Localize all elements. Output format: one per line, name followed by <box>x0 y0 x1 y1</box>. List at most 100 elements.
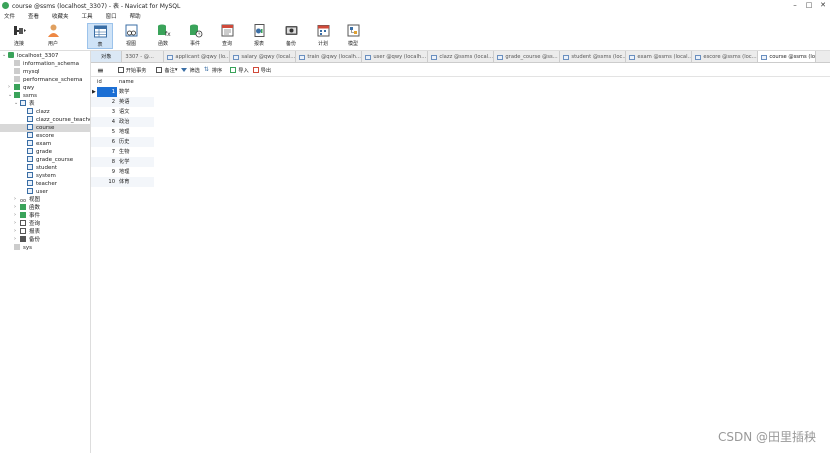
schedule-button[interactable]: 计划 <box>310 23 336 49</box>
view-button[interactable]: 视图 <box>118 23 144 49</box>
tree-table-grade-course[interactable]: grade_course <box>27 156 73 164</box>
backup-button[interactable]: 备份 <box>278 23 304 49</box>
maximize-button[interactable]: □ <box>802 0 816 11</box>
collapse-arrow-icon[interactable]: › <box>8 84 10 90</box>
expand-arrow-icon[interactable]: ⌄ <box>14 100 18 106</box>
memo-button[interactable]: 备注 ▾ <box>156 67 177 74</box>
menu-window[interactable]: 窗口 <box>106 12 117 20</box>
cell-id[interactable]: 9 <box>97 167 117 177</box>
tree-db-performance-schema[interactable]: performance_schema <box>14 76 82 84</box>
user-button[interactable]: 用户 <box>40 23 66 49</box>
tree-db-sys[interactable]: sys <box>14 244 32 252</box>
cell-name[interactable]: 地理 <box>119 167 129 177</box>
tree-db-qwy[interactable]: qwy <box>14 84 34 92</box>
tree-reports-node[interactable]: 报表 <box>20 228 40 236</box>
cell-id[interactable]: 4 <box>97 117 117 127</box>
cell-name[interactable]: 化学 <box>119 157 129 167</box>
cell-name[interactable]: 英语 <box>119 97 129 107</box>
menu-help[interactable]: 帮助 <box>130 12 141 20</box>
cell-name[interactable]: 语文 <box>119 107 129 117</box>
menu-file[interactable]: 文件 <box>4 12 15 20</box>
tree-table-teacher[interactable]: teacher <box>27 180 57 188</box>
tab-item[interactable]: grade_course @ss... <box>494 51 561 62</box>
import-button[interactable]: 导入 <box>230 67 249 74</box>
cell-name[interactable]: 地理 <box>119 127 129 137</box>
cell-id[interactable]: 2 <box>97 97 117 107</box>
tab-item[interactable]: user @qwy (localh... <box>362 51 429 62</box>
tree-table-grade[interactable]: grade <box>27 148 52 156</box>
tab-item[interactable]: escore @ssms (loc... <box>692 51 759 62</box>
tree-backups-node[interactable]: 备份 <box>20 236 40 244</box>
tab-item-active[interactable]: course @ssms (lo... <box>758 51 817 62</box>
tree-table-course[interactable]: course <box>0 124 90 132</box>
cell-name[interactable]: 政治 <box>119 117 129 127</box>
menu-favorites[interactable]: 收藏夹 <box>52 12 69 20</box>
tree-queries-node[interactable]: 查询 <box>20 220 40 228</box>
function-button[interactable]: fx 函数 <box>150 23 176 49</box>
table-row[interactable]: 9 地理 <box>91 167 154 177</box>
tree-views-node[interactable]: oo 视图 <box>20 196 40 204</box>
cell-name[interactable]: 历史 <box>119 137 129 147</box>
collapse-arrow-icon[interactable]: › <box>14 236 16 242</box>
tree-table-exam[interactable]: exam <box>27 140 51 148</box>
tab-item[interactable]: salary @qwy (local... <box>230 51 297 62</box>
cell-id[interactable]: 10 <box>97 177 117 187</box>
tree-tables-node[interactable]: 表 <box>20 100 35 108</box>
table-row[interactable]: 10 体育 <box>91 177 154 187</box>
table-row[interactable]: 4 政治 <box>91 117 154 127</box>
begin-transaction-button[interactable]: 开始事务 <box>117 67 146 74</box>
collapse-arrow-icon[interactable]: › <box>14 212 16 218</box>
report-button[interactable]: 报表 <box>246 23 272 49</box>
table-button[interactable]: 表 <box>87 23 113 49</box>
menu-view[interactable]: 查看 <box>28 12 39 20</box>
model-button[interactable]: 模型 <box>340 23 366 49</box>
table-row[interactable]: 8 化学 <box>91 157 154 167</box>
table-row[interactable]: ▶ 1 数学 <box>91 87 154 97</box>
tree-functions-node[interactable]: 函数 <box>20 204 40 212</box>
menu-icon[interactable]: ≡ <box>97 66 104 75</box>
filter-button[interactable]: 筛选 <box>181 67 200 74</box>
expand-arrow-icon[interactable]: ⌄ <box>8 92 12 98</box>
minimize-button[interactable]: – <box>788 0 802 11</box>
tree-table-student[interactable]: student <box>27 164 57 172</box>
expand-arrow-icon[interactable]: ⌄ <box>2 52 6 58</box>
sort-button[interactable]: ⇅ 排序 <box>204 67 222 74</box>
tab-item[interactable]: train @qwy (localh... <box>296 51 363 62</box>
tab-item[interactable]: clazz @ssms (local... <box>428 51 495 62</box>
table-row[interactable]: 7 生物 <box>91 147 154 157</box>
tab-objects[interactable]: 对象 <box>91 51 123 62</box>
column-header-id[interactable]: id <box>97 77 102 87</box>
tree-db-ssms[interactable]: ssms <box>14 92 37 100</box>
table-row[interactable]: 5 地理 <box>91 127 154 137</box>
connect-button[interactable]: 连接 <box>6 23 32 49</box>
collapse-arrow-icon[interactable]: › <box>14 196 16 202</box>
collapse-arrow-icon[interactable]: › <box>14 220 16 226</box>
collapse-arrow-icon[interactable]: › <box>14 204 16 210</box>
tree-table-clazz-course-teacher[interactable]: clazz_course_teacher <box>27 116 90 124</box>
cell-id[interactable]: 1 <box>97 87 117 97</box>
cell-id[interactable]: 7 <box>97 147 117 157</box>
cell-id[interactable]: 8 <box>97 157 117 167</box>
column-header-name[interactable]: name <box>119 77 134 87</box>
tab-item[interactable]: applicant @qwy (lo... <box>164 51 231 62</box>
tree-db-information-schema[interactable]: information_schema <box>14 60 79 68</box>
table-row[interactable]: 6 历史 <box>91 137 154 147</box>
cell-name[interactable]: 数学 <box>119 87 129 97</box>
menu-tools[interactable]: 工具 <box>82 12 93 20</box>
query-button[interactable]: 查询 <box>214 23 240 49</box>
tree-db-mysql[interactable]: mysql <box>14 68 40 76</box>
event-button[interactable]: 事件 <box>182 23 208 49</box>
cell-id[interactable]: 3 <box>97 107 117 117</box>
cell-name[interactable]: 生物 <box>119 147 129 157</box>
tab-item[interactable]: exam @ssms (local... <box>626 51 693 62</box>
tree-events-node[interactable]: 事件 <box>20 212 40 220</box>
tree-table-clazz[interactable]: clazz <box>27 108 50 116</box>
table-row[interactable]: 3 语文 <box>91 107 154 117</box>
collapse-arrow-icon[interactable]: › <box>14 228 16 234</box>
tree-table-system[interactable]: system <box>27 172 56 180</box>
cell-id[interactable]: 5 <box>97 127 117 137</box>
tree-connection[interactable]: localhost_3307 <box>8 52 58 60</box>
tab-item[interactable]: student @ssms (loc... <box>560 51 627 62</box>
cell-name[interactable]: 体育 <box>119 177 129 187</box>
tab-item[interactable]: 3307 - @... <box>122 51 165 62</box>
